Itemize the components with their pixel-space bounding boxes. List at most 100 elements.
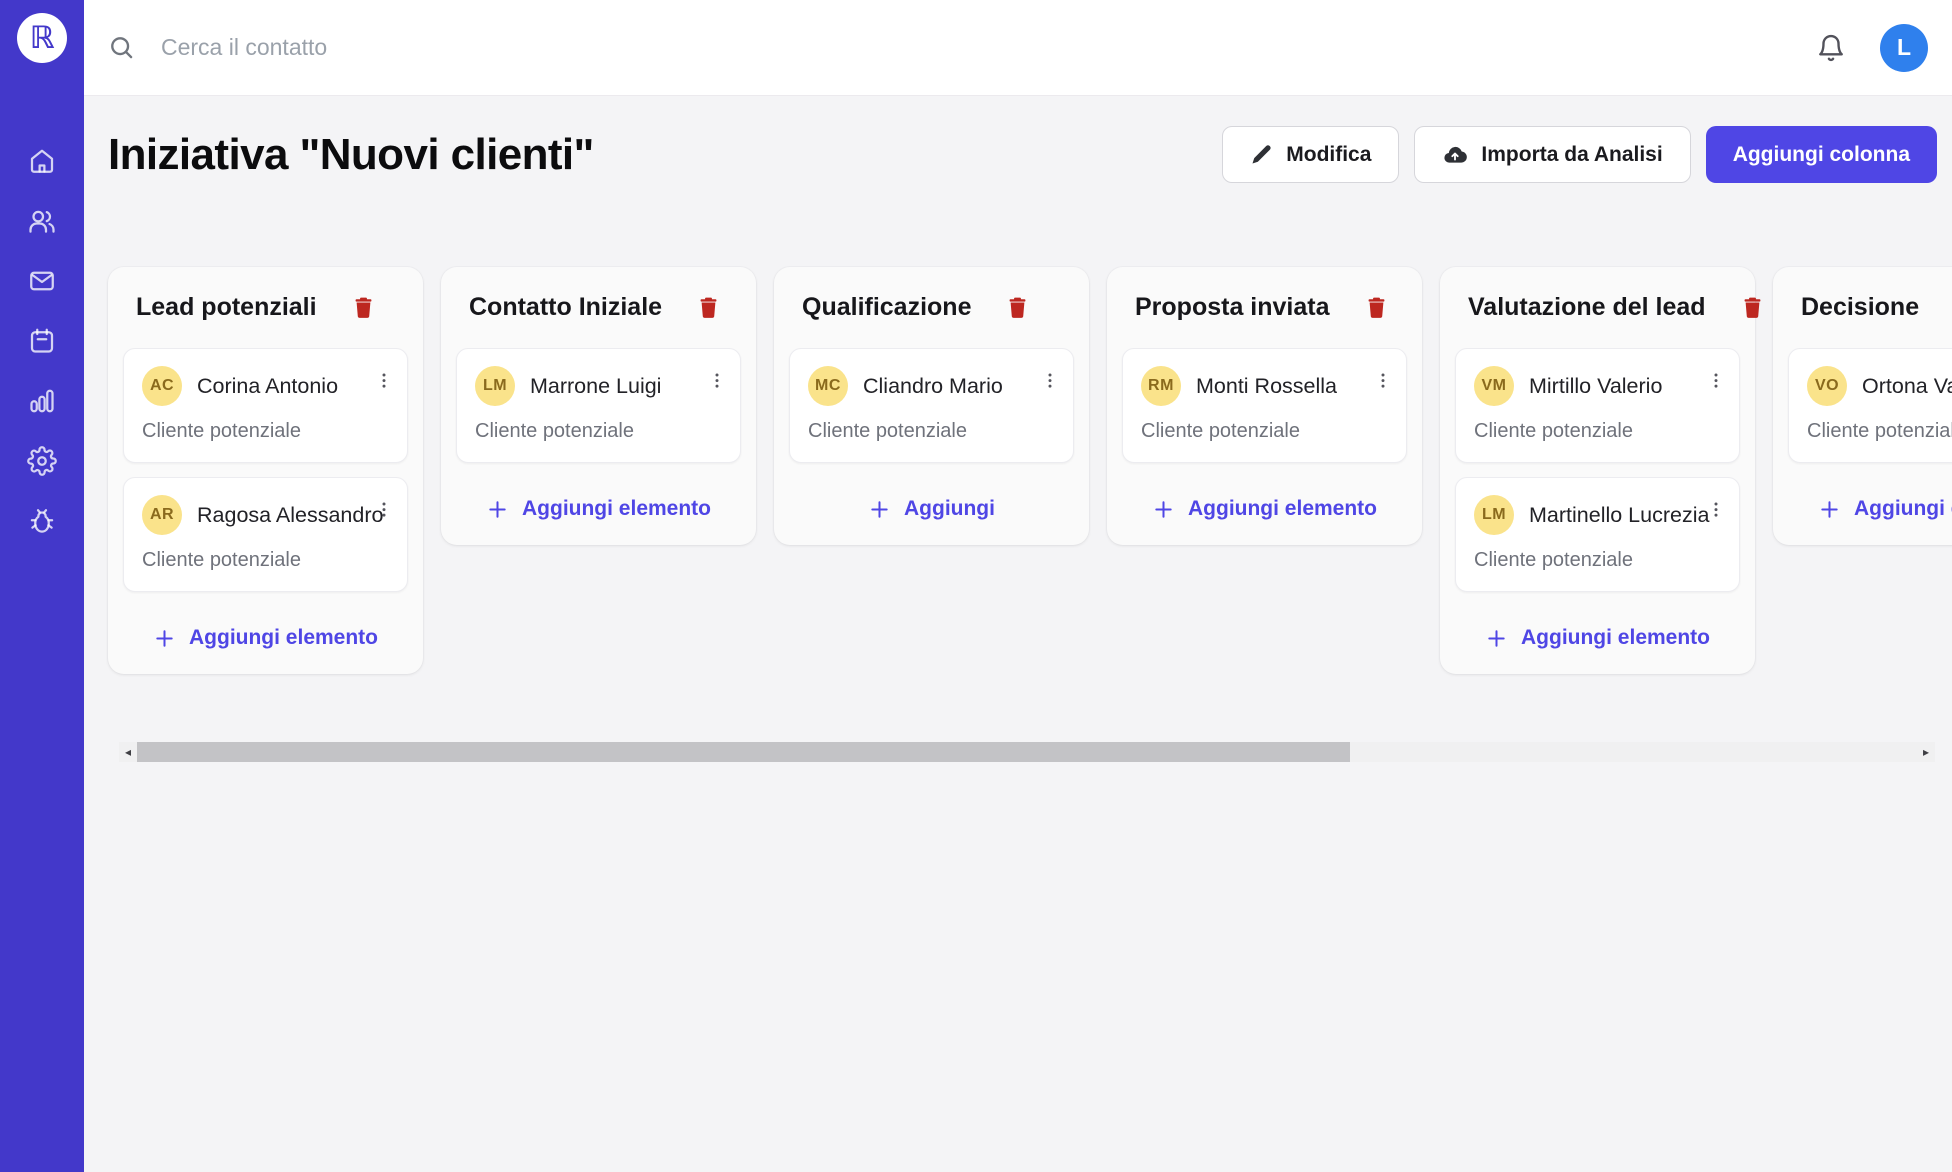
kebab-icon bbox=[1706, 370, 1726, 392]
trash-icon bbox=[351, 295, 376, 320]
pencil-icon bbox=[1250, 143, 1273, 166]
contact-subtitle: Cliente potenziale bbox=[475, 420, 722, 443]
kebab-icon bbox=[374, 499, 394, 521]
card-menu-button[interactable] bbox=[374, 499, 394, 521]
contact-name: Marrone Luigi bbox=[530, 374, 661, 399]
contact-avatar: LM bbox=[475, 366, 515, 406]
delete-column-button[interactable] bbox=[351, 295, 376, 320]
contact-card[interactable]: LM Martinello Lucrezia Cliente potenzial… bbox=[1455, 477, 1740, 592]
topbar-right: L bbox=[1816, 24, 1928, 72]
contact-name: Ragosa Alessandro bbox=[197, 503, 383, 528]
column-decisione: Decisione VO Ortona Valerio Cliente pote… bbox=[1773, 267, 1952, 545]
kebab-icon bbox=[1706, 499, 1726, 521]
add-item-button[interactable]: Aggiungi elemento bbox=[456, 489, 741, 529]
contact-name: Corina Antonio bbox=[197, 374, 338, 399]
edit-button[interactable]: Modifica bbox=[1222, 126, 1399, 183]
contacts-icon bbox=[27, 206, 57, 236]
sidebar-item-bug[interactable] bbox=[25, 505, 59, 537]
card-menu-button[interactable] bbox=[1373, 370, 1393, 392]
column-header: Proposta inviata bbox=[1122, 293, 1407, 322]
plus-icon bbox=[1485, 627, 1508, 650]
trash-icon bbox=[1364, 295, 1389, 320]
contact-card[interactable]: RM Monti Rossella Cliente potenziale bbox=[1122, 348, 1407, 463]
sidebar-item-contacts[interactable] bbox=[25, 205, 59, 237]
contact-card[interactable]: VO Ortona Valerio Cliente potenziale bbox=[1788, 348, 1952, 463]
card-menu-button[interactable] bbox=[1706, 499, 1726, 521]
card-menu-button[interactable] bbox=[1040, 370, 1060, 392]
contact-subtitle: Cliente potenziale bbox=[1474, 420, 1721, 443]
card-menu-button[interactable] bbox=[1706, 370, 1726, 392]
contact-card[interactable]: VM Mirtillo Valerio Cliente potenziale bbox=[1455, 348, 1740, 463]
add-item-button[interactable]: Aggiungi elemento bbox=[123, 618, 408, 658]
add-item-button[interactable]: Aggiungi elemento bbox=[1122, 489, 1407, 529]
kebab-icon bbox=[707, 370, 727, 392]
column-header: Lead potenziali bbox=[123, 293, 408, 322]
cloud-upload-icon bbox=[1442, 142, 1468, 168]
column-header: Contatto Iniziale bbox=[456, 293, 741, 322]
search-icon bbox=[108, 34, 135, 61]
scroll-right-button[interactable]: ▸ bbox=[1917, 742, 1935, 762]
import-button[interactable]: Importa da Analisi bbox=[1414, 126, 1690, 183]
header-actions: Modifica Importa da Analisi Aggiungi col… bbox=[1222, 126, 1937, 183]
contact-card[interactable]: LM Marrone Luigi Cliente potenziale bbox=[456, 348, 741, 463]
contact-card[interactable]: MC Cliandro Mario Cliente potenziale bbox=[789, 348, 1074, 463]
contact-name: Martinello Lucrezia bbox=[1529, 503, 1709, 528]
bell-icon bbox=[1816, 33, 1846, 63]
trash-icon bbox=[1740, 295, 1765, 320]
add-item-button[interactable]: Aggiungi bbox=[789, 489, 1074, 529]
scrollbar-thumb[interactable] bbox=[137, 742, 1350, 762]
delete-column-button[interactable] bbox=[696, 295, 721, 320]
sidebar-nav bbox=[25, 145, 59, 537]
scrollbar-track[interactable] bbox=[137, 742, 1917, 762]
page-header: Iniziativa "Nuovi clienti" Modifica Impo… bbox=[108, 126, 1937, 183]
plus-icon bbox=[486, 498, 509, 521]
contact-card[interactable]: AR Ragosa Alessandro Cliente potenziale bbox=[123, 477, 408, 592]
contact-name: Mirtillo Valerio bbox=[1529, 374, 1662, 399]
delete-column-button[interactable] bbox=[1740, 295, 1765, 320]
sidebar: ℝ bbox=[0, 0, 84, 1172]
delete-column-button[interactable] bbox=[1364, 295, 1389, 320]
calendar-icon bbox=[27, 326, 57, 356]
contact-subtitle: Cliente potenziale bbox=[1474, 549, 1721, 572]
add-column-button[interactable]: Aggiungi colonna bbox=[1706, 126, 1937, 183]
sidebar-item-mail[interactable] bbox=[25, 265, 59, 297]
contact-name: Cliandro Mario bbox=[863, 374, 1003, 399]
add-item-button[interactable]: Aggiungi elemento bbox=[1455, 618, 1740, 658]
kebab-icon bbox=[374, 370, 394, 392]
contact-card[interactable]: AC Corina Antonio Cliente potenziale bbox=[123, 348, 408, 463]
topbar: L bbox=[84, 0, 1952, 96]
contact-avatar: AC bbox=[142, 366, 182, 406]
contact-avatar: AR bbox=[142, 495, 182, 535]
card-menu-button[interactable] bbox=[374, 370, 394, 392]
contact-subtitle: Cliente potenziale bbox=[142, 549, 389, 572]
contact-avatar: MC bbox=[808, 366, 848, 406]
app-logo[interactable]: ℝ bbox=[17, 13, 67, 63]
kanban-board: Lead potenziali AC Corina Antonio Client… bbox=[108, 267, 1952, 674]
sidebar-item-analytics[interactable] bbox=[25, 385, 59, 417]
contact-avatar: LM bbox=[1474, 495, 1514, 535]
search-input[interactable] bbox=[161, 34, 781, 61]
user-avatar[interactable]: L bbox=[1880, 24, 1928, 72]
plus-icon bbox=[1818, 498, 1841, 521]
add-item-button[interactable]: Aggiungi elemento bbox=[1788, 489, 1952, 529]
scroll-left-button[interactable]: ◂ bbox=[119, 742, 137, 762]
sidebar-item-settings[interactable] bbox=[25, 445, 59, 477]
notifications-button[interactable] bbox=[1816, 33, 1846, 63]
contact-subtitle: Cliente potenziale bbox=[808, 420, 1055, 443]
plus-icon bbox=[868, 498, 891, 521]
kebab-icon bbox=[1040, 370, 1060, 392]
contact-name: Ortona Valerio bbox=[1862, 374, 1952, 399]
trash-icon bbox=[696, 295, 721, 320]
logo-glyph: ℝ bbox=[30, 20, 55, 56]
settings-icon bbox=[27, 446, 57, 476]
plus-icon bbox=[1152, 498, 1175, 521]
sidebar-item-home[interactable] bbox=[25, 145, 59, 177]
card-menu-button[interactable] bbox=[707, 370, 727, 392]
sidebar-item-calendar[interactable] bbox=[25, 325, 59, 357]
contact-name: Monti Rossella bbox=[1196, 374, 1337, 399]
column-title: Proposta inviata bbox=[1135, 293, 1330, 322]
contact-subtitle: Cliente potenziale bbox=[1141, 420, 1388, 443]
contact-avatar: VM bbox=[1474, 366, 1514, 406]
delete-column-button[interactable] bbox=[1005, 295, 1030, 320]
contact-avatar: VO bbox=[1807, 366, 1847, 406]
